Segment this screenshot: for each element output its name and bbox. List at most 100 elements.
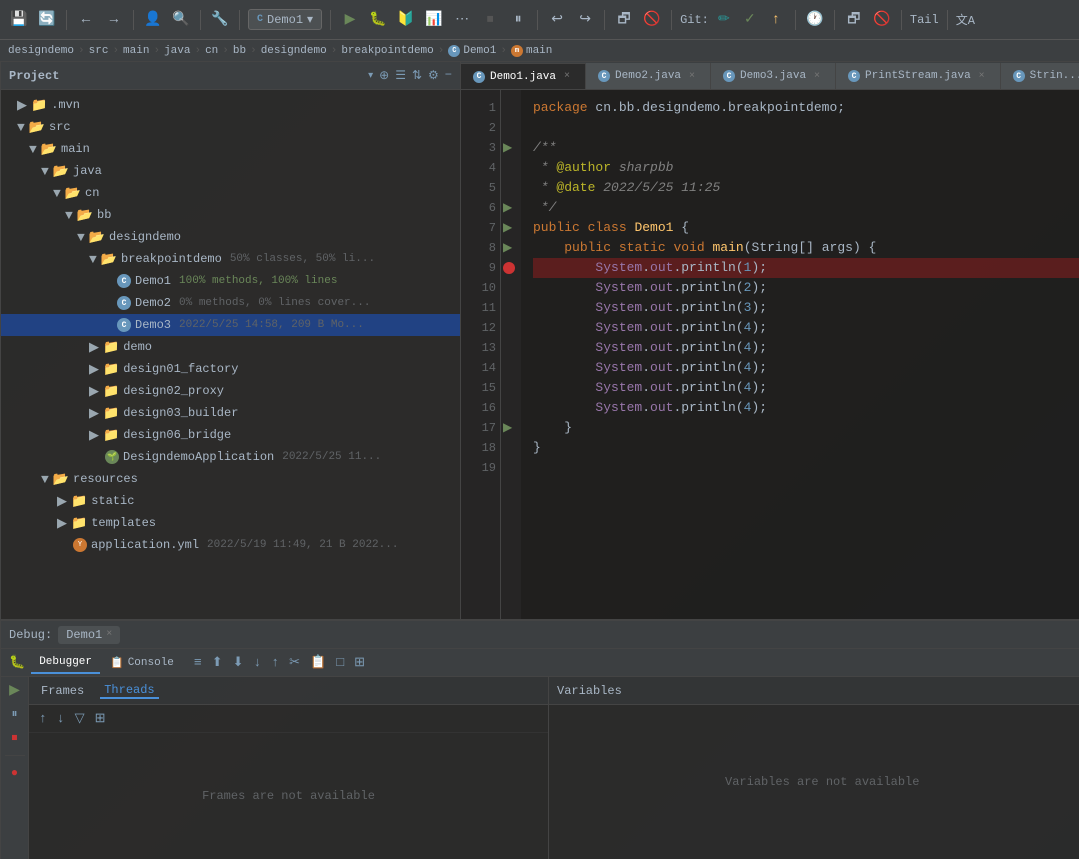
more-run-icon[interactable]: ⋯ [451,9,473,31]
collapse-icon[interactable]: ☰ [395,68,406,83]
code-line-1[interactable]: package cn.bb.designdemo.breakpointdemo; [533,98,1079,118]
tree-item-designdemo[interactable]: ▼ 📂 designdemo [1,226,460,248]
debug-down2-icon[interactable]: ↓ [252,653,264,672]
tree-item-demo1[interactable]: C Demo1 100% methods, 100% lines [1,270,460,292]
tree-item-static[interactable]: ▶ 📁 static [1,490,460,512]
tree-item-breakpointdemo[interactable]: ▼ 📂 breakpointdemo 50% classes, 50% li..… [1,248,460,270]
bc-cn[interactable]: cn [205,45,218,57]
back-icon[interactable]: ← [75,9,97,31]
sync-icon[interactable]: 🔄 [36,9,58,31]
debug-up-icon[interactable]: ⬆ [210,653,225,672]
tree-item-bb[interactable]: ▼ 📂 bb [1,204,460,226]
tree-item-cn[interactable]: ▼ 📂 cn [1,182,460,204]
tab-close-demo1[interactable]: × [561,71,573,83]
debug-clear-icon[interactable]: □ [334,653,346,672]
bc-demo1[interactable]: C Demo1 [448,45,496,57]
threads-more-icon[interactable]: ⊞ [93,709,108,728]
tab-printstream[interactable]: C PrintStream.java × [836,63,1001,89]
debug-stop-icon[interactable]: ⏹ [6,729,24,747]
tree-item-java[interactable]: ▼ 📂 java [1,160,460,182]
tree-item-d03[interactable]: ▶ 📁 design03_builder [1,402,460,424]
window-icon[interactable]: 🗗 [613,9,635,31]
tree-item-main[interactable]: ▼ 📂 main [1,138,460,160]
debug-session-tab[interactable]: Demo1 × [58,626,120,644]
debug-copy-icon[interactable]: 📋 [308,653,328,672]
tree-item-mvn[interactable]: ▶ 📁 .mvn [1,94,460,116]
debug-settings-icon[interactable]: ≡ [192,653,204,672]
debug-close-icon[interactable]: × [106,629,112,640]
tab-close-demo2[interactable]: × [686,70,698,82]
project-dropdown-arrow[interactable]: ▾ [368,70,373,82]
tree-item-d02[interactable]: ▶ 📁 design02_proxy [1,380,460,402]
tab-threads[interactable]: Threads [100,683,158,699]
tree-item-appyml[interactable]: Y application.yml 2022/5/19 11:49, 21 B … [1,534,460,556]
threads-down-icon[interactable]: ↓ [55,709,67,728]
tab-console[interactable]: 📋 Console [102,652,182,674]
sort-icon[interactable]: ⇅ [412,68,422,83]
bc-designdemo[interactable]: designdemo [8,45,74,57]
no2-icon[interactable]: 🚫 [871,9,893,31]
debug-up2-icon[interactable]: ↑ [269,653,281,672]
threads-up-icon[interactable]: ↑ [37,709,49,728]
threads-filter-icon[interactable]: ▽ [73,709,87,728]
no-icon[interactable]: 🚫 [641,9,663,31]
profile-icon[interactable]: 📊 [423,9,445,31]
bc-breakpointdemo[interactable]: breakpointdemo [341,45,433,57]
tab-close-demo3[interactable]: × [811,70,823,82]
window2-icon[interactable]: 🗗 [843,9,865,31]
tab-debugger[interactable]: Debugger [31,652,100,674]
save-icon[interactable]: 💾 [8,9,30,31]
tab-demo3[interactable]: C Demo3.java × [711,63,836,89]
bc-java[interactable]: java [164,45,190,57]
breakpoint-dot[interactable] [503,262,515,274]
tab-demo2[interactable]: C Demo2.java × [586,63,711,89]
tree-item-src[interactable]: ▼ 📂 src [1,116,460,138]
tree-item-demo3[interactable]: C Demo3 2022/5/25 14:58, 209 B Mo... [1,314,460,336]
bc-main-method[interactable]: m main [511,45,552,57]
tree-item-demo[interactable]: ▶ 📁 demo [1,336,460,358]
tab-strin[interactable]: C Strin... [1001,63,1079,89]
tab-frames[interactable]: Frames [37,684,88,698]
vcs-icon[interactable]: 👤 [142,9,164,31]
translate-button[interactable]: 文A [956,11,975,28]
git-check-icon[interactable]: ✓ [739,9,761,31]
git-pen-icon[interactable]: ✏ [713,9,735,31]
redo-icon[interactable]: ↪ [574,9,596,31]
git-push-icon[interactable]: ↑ [765,9,787,31]
project-dropdown[interactable]: C Demo1 ▾ [248,9,322,30]
tree-item-templates[interactable]: ▶ 📁 templates [1,512,460,534]
g-9[interactable] [503,258,519,278]
coverage-icon[interactable]: 🔰 [395,9,417,31]
code-line-9[interactable]: System.out.println(1); [533,258,1079,278]
clock-icon[interactable]: 🕐 [804,9,826,31]
debug-down-icon[interactable]: ⬇ [231,653,246,672]
search-icon[interactable]: 🔍 [170,9,192,31]
stop-icon[interactable]: ⏹ [479,9,501,31]
tool-icon[interactable]: 🔧 [209,9,231,31]
bc-src[interactable]: src [89,45,109,57]
tree-item-demo2[interactable]: C Demo2 0% methods, 0% lines cover... [1,292,460,314]
bc-bb[interactable]: bb [233,45,246,57]
bc-designdemo2[interactable]: designdemo [261,45,327,57]
pause-play-icon[interactable]: ⏸ [507,9,529,31]
minimize-icon[interactable]: − [445,68,452,83]
tree-item-resources[interactable]: ▼ 📂 resources [1,468,460,490]
debug-more-icon[interactable]: ⊞ [352,653,367,672]
tree-item-d06[interactable]: ▶ 📁 design06_bridge [1,424,460,446]
settings-icon[interactable]: ⚙ [428,68,439,83]
debug-resume-icon[interactable]: ▶ [6,681,24,699]
tab-demo1[interactable]: C Demo1.java × [461,63,586,89]
debug-pause-icon[interactable]: ⏸ [6,705,24,723]
tree-item-app[interactable]: 🌱 DesigndemoApplication 2022/5/25 11... [1,446,460,468]
undo-icon[interactable]: ↩ [546,9,568,31]
run-icon[interactable]: ▶ [339,9,361,31]
tree-item-d01[interactable]: ▶ 📁 design01_factory [1,358,460,380]
tab-close-ps[interactable]: × [976,70,988,82]
locate-icon[interactable]: ⊕ [379,68,389,83]
debug-red-dot-icon[interactable]: ● [6,764,24,782]
debug-filter-icon[interactable]: ✂ [287,653,302,672]
forward-icon[interactable]: → [103,9,125,31]
debug-run-icon[interactable]: 🐛 [367,9,389,31]
tail-button[interactable]: Tail [910,13,939,27]
bc-main[interactable]: main [123,45,149,57]
